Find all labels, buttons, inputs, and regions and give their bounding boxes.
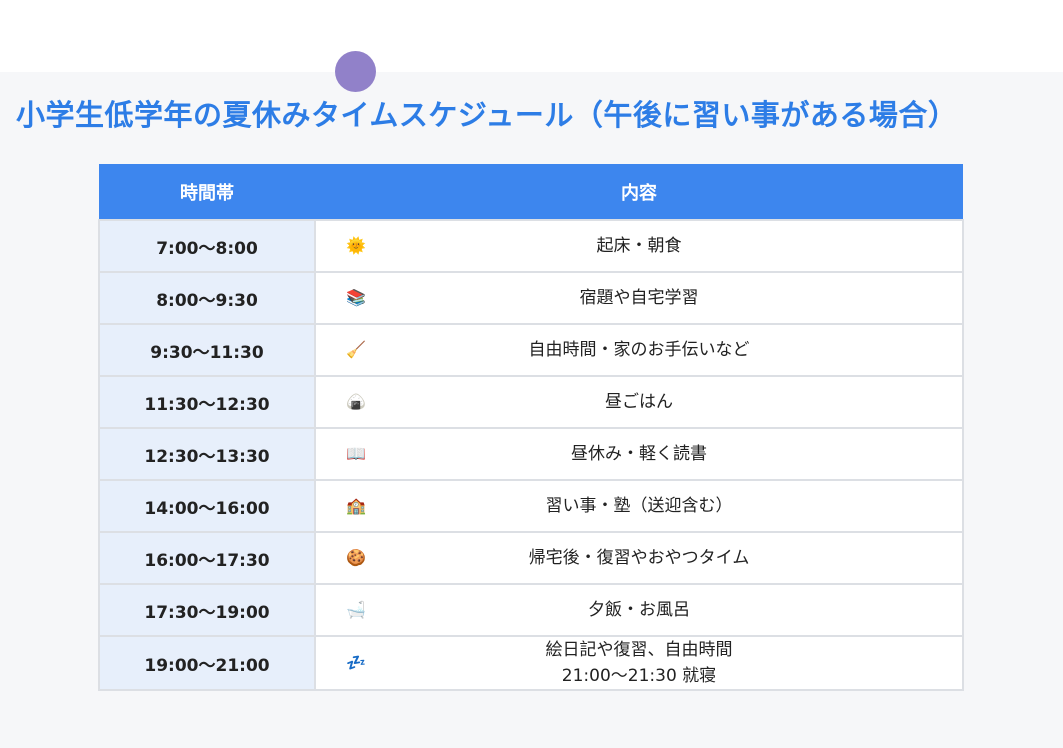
time-cell: 16:00〜17:30 [98, 531, 316, 585]
content-cell: 🧹 自由時間・家のお手伝いなど [314, 323, 964, 377]
rice-ball-icon: 🍙 [346, 392, 366, 411]
content-cell: 📚 宿題や自宅学習 [314, 271, 964, 325]
bathtub-icon: 🛁 [346, 600, 366, 619]
decorative-circle [335, 51, 376, 92]
content-text: 夕飯・お風呂 [588, 600, 690, 620]
content-cell: 💤 絵日記や復習、自由時間 21:00〜21:30 就寝 [314, 635, 964, 691]
time-cell: 7:00〜8:00 [98, 219, 316, 273]
content-text: 昼休み・軽く読書 [571, 444, 707, 464]
content-cell: 🏫 習い事・塾（送迎含む） [314, 479, 964, 533]
header-content: 内容 [315, 164, 963, 220]
table-row: 11:30〜12:30 🍙 昼ごはん [98, 375, 964, 429]
table-header-row: 時間帯 内容 [99, 164, 963, 220]
table-row: 7:00〜8:00 🌞 起床・朝食 [98, 219, 964, 273]
header-time: 時間帯 [99, 164, 315, 220]
content-text: 自由時間・家のお手伝いなど [528, 340, 750, 360]
time-cell: 11:30〜12:30 [98, 375, 316, 429]
table-row: 16:00〜17:30 🍪 帰宅後・復習やおやつタイム [98, 531, 964, 585]
content-text: 習い事・塾（送迎含む） [545, 496, 733, 516]
page-title: 小学生低学年の夏休みタイムスケジュール（午後に習い事がある場合） [16, 98, 958, 132]
sleeping-zzz-icon: 💤 [346, 653, 366, 672]
time-cell: 17:30〜19:00 [98, 583, 316, 637]
table-row: 17:30〜19:00 🛁 夕飯・お風呂 [98, 583, 964, 637]
table-row: 19:00〜21:00 💤 絵日記や復習、自由時間 21:00〜21:30 就寝 [98, 635, 964, 691]
content-text: 帰宅後・復習やおやつタイム [528, 548, 750, 568]
time-cell: 14:00〜16:00 [98, 479, 316, 533]
table-body: 7:00〜8:00 🌞 起床・朝食 8:00〜9:30 📚 宿題や自宅学習 9:30〜11:… [98, 219, 964, 691]
content-text: 宿題や自宅学習 [579, 288, 699, 308]
content-cell: 🍙 昼ごはん [314, 375, 964, 429]
content-text: 昼ごはん [605, 392, 673, 412]
cookie-icon: 🍪 [346, 548, 366, 567]
schedule-table: 時間帯 内容 7:00〜8:00 🌞 起床・朝食 8:00〜9:30 📚 宿題や自宅学習 9… [98, 164, 964, 691]
books-icon: 📚 [346, 288, 366, 307]
table-row: 14:00〜16:00 🏫 習い事・塾（送迎含む） [98, 479, 964, 533]
table-row: 8:00〜9:30 📚 宿題や自宅学習 [98, 271, 964, 325]
time-cell: 19:00〜21:00 [98, 635, 316, 691]
content-cell: 📖 昼休み・軽く読書 [314, 427, 964, 481]
content-text: 絵日記や復習、自由時間 21:00〜21:30 就寝 [545, 640, 733, 686]
content-text: 起床・朝食 [596, 236, 682, 256]
time-cell: 12:30〜13:30 [98, 427, 316, 481]
content-cell: 🛁 夕飯・お風呂 [314, 583, 964, 637]
sun-face-icon: 🌞 [346, 236, 366, 255]
table-header: 時間帯 内容 [99, 164, 963, 220]
open-book-icon: 📖 [346, 444, 366, 463]
content-cell: 🍪 帰宅後・復習やおやつタイム [314, 531, 964, 585]
broom-icon: 🧹 [346, 340, 366, 359]
time-cell: 9:30〜11:30 [98, 323, 316, 377]
content-cell: 🌞 起床・朝食 [314, 219, 964, 273]
time-cell: 8:00〜9:30 [98, 271, 316, 325]
table-row: 9:30〜11:30 🧹 自由時間・家のお手伝いなど [98, 323, 964, 377]
school-icon: 🏫 [346, 496, 366, 515]
table-row: 12:30〜13:30 📖 昼休み・軽く読書 [98, 427, 964, 481]
